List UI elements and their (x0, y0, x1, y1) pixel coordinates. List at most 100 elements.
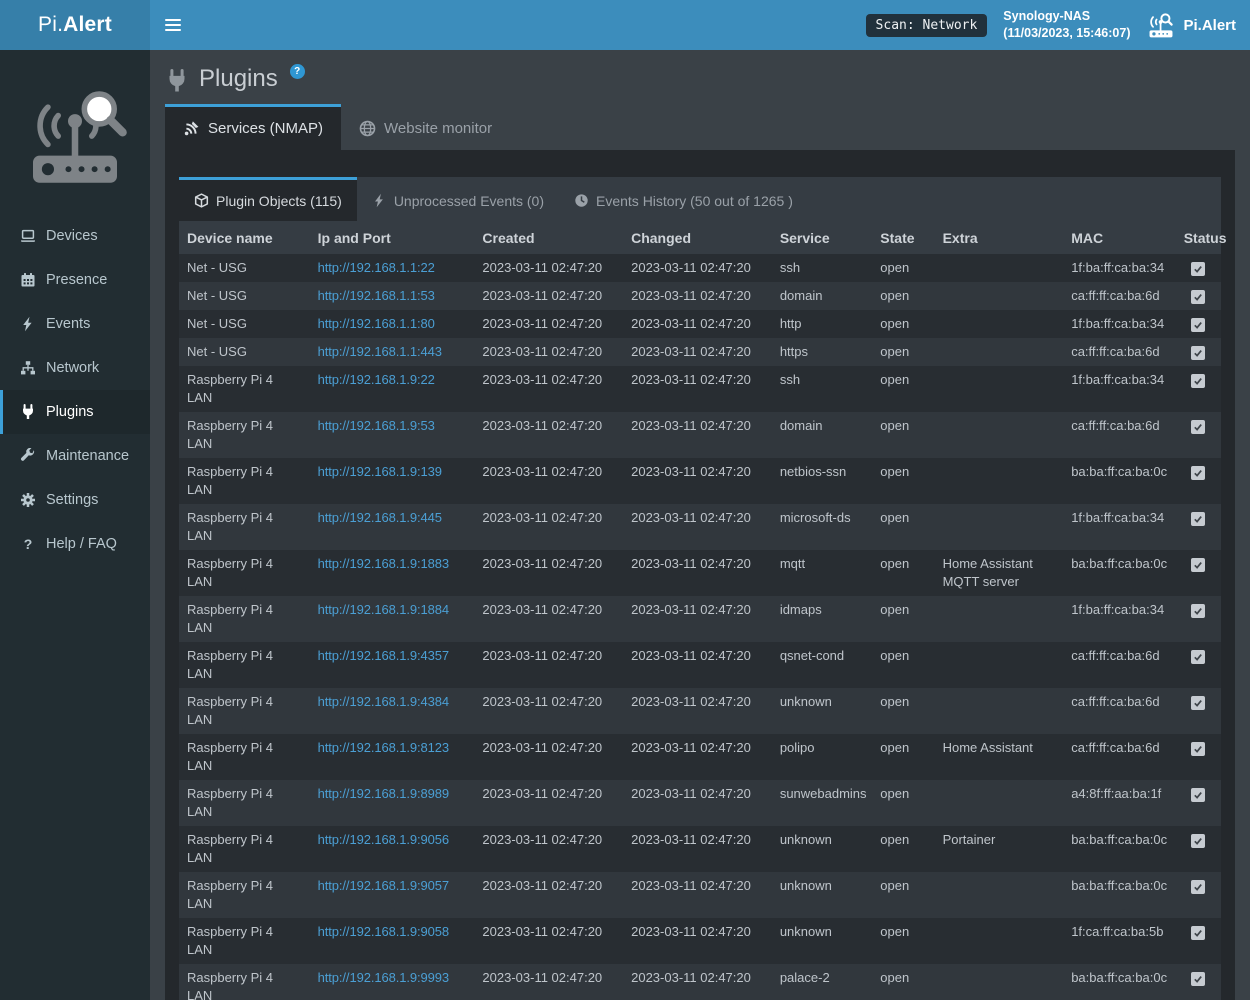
cell-extra (935, 596, 1064, 642)
cell-device-name: Raspberry Pi 4 LAN (179, 642, 310, 688)
help-badge[interactable]: ? (290, 64, 305, 79)
sidebar-toggle-button[interactable] (150, 0, 196, 50)
ip-port-link[interactable]: http://192.168.1.9:8989 (318, 786, 449, 801)
tab-services-nmap[interactable]: Services (NMAP) (165, 104, 341, 150)
sidebar-item-devices[interactable]: Devices (0, 214, 150, 258)
cell-changed: 2023-03-11 02:47:20 (623, 338, 772, 366)
status-checkbox[interactable] (1191, 374, 1205, 388)
table-row: Raspberry Pi 4 LANhttp://192.168.1.9:445… (179, 504, 1221, 550)
cell-mac: ca:ff:ff:ca:ba:6d (1063, 412, 1176, 458)
sidebar-item-network[interactable]: Network (0, 346, 150, 390)
table-row: Net - USGhttp://192.168.1.1:802023-03-11… (179, 310, 1221, 338)
ip-port-link[interactable]: http://192.168.1.1:53 (318, 288, 435, 303)
ip-port-link[interactable]: http://192.168.1.1:443 (318, 344, 442, 359)
cell-state: open (872, 412, 934, 458)
cell-mac: ba:ba:ff:ca:ba:0c (1063, 826, 1176, 872)
status-checkbox[interactable] (1191, 834, 1205, 848)
globe-icon (359, 120, 376, 137)
status-checkbox[interactable] (1191, 512, 1205, 526)
status-checkbox[interactable] (1191, 650, 1205, 664)
cell-device-name: Raspberry Pi 4 LAN (179, 458, 310, 504)
table-row: Raspberry Pi 4 LAN http://192.168.1.9:999… (179, 964, 1221, 1000)
cell-created: 2023-03-11 02:47:20 (474, 412, 623, 458)
satellite-dish-icon (183, 120, 200, 137)
ip-port-link[interactable]: http://192.168.1.9:1884 (318, 602, 449, 617)
status-checkbox[interactable] (1191, 742, 1205, 756)
check-icon (1193, 320, 1203, 330)
status-checkbox[interactable] (1191, 788, 1205, 802)
check-icon (1193, 376, 1203, 386)
cell-changed: 2023-03-11 02:47:20 (623, 688, 772, 734)
subtab-unprocessed-events-0[interactable]: Unprocessed Events (0) (357, 177, 559, 221)
ip-port-link[interactable]: http://192.168.1.9:9056 (318, 832, 449, 847)
ip-port-link[interactable]: http://192.168.1.9:445 (318, 510, 442, 525)
cell-created: 2023-03-11 02:47:20 (474, 688, 623, 734)
table-row: Raspberry Pi 4 LANhttp://192.168.1.9:188… (179, 550, 1221, 596)
check-icon (1193, 606, 1203, 616)
cell-ip-port: http://192.168.1.9:8123 (310, 734, 475, 780)
cell-service: sunwebadmins (772, 780, 872, 826)
status-checkbox[interactable] (1191, 972, 1205, 986)
cell-device-name: Raspberry Pi 4 LAN (179, 964, 310, 1000)
status-checkbox[interactable] (1191, 290, 1205, 304)
tab-label: Events History (50 out of 1265 ) (596, 193, 793, 209)
cell-mac: ca:ff:ff:ca:ba:6d (1063, 734, 1176, 780)
ip-port-link[interactable]: http://192.168.1.9:4357 (318, 648, 449, 663)
status-checkbox[interactable] (1191, 558, 1205, 572)
sidebar-item-plugins[interactable]: Plugins (0, 390, 150, 434)
sidebar-item-maintenance[interactable]: Maintenance (0, 434, 150, 478)
cell-status (1176, 310, 1221, 338)
status-checkbox[interactable] (1191, 420, 1205, 434)
check-icon (1193, 836, 1203, 846)
cell-changed: 2023-03-11 02:47:20 (623, 826, 772, 872)
cell-extra (935, 688, 1064, 734)
sidebar-item-events[interactable]: Events (0, 302, 150, 346)
status-checkbox[interactable] (1191, 346, 1205, 360)
ip-port-link[interactable]: http://192.168.1.9:4384 (318, 694, 449, 709)
check-icon (1193, 698, 1203, 708)
cell-ip-port: http://192.168.1.1:443 (310, 338, 475, 366)
cell-changed: 2023-03-11 02:47:20 (623, 872, 772, 918)
app-logo-prefix: Pi. (38, 13, 63, 37)
status-checkbox[interactable] (1191, 262, 1205, 276)
status-checkbox[interactable] (1191, 318, 1205, 332)
cell-mac: 1f:ba:ff:ca:ba:34 (1063, 366, 1176, 412)
ip-port-link[interactable]: http://192.168.1.9:8123 (318, 740, 449, 755)
router-icon (1146, 12, 1176, 39)
check-icon (1193, 928, 1203, 938)
ip-port-link[interactable]: http://192.168.1.9:139 (318, 464, 442, 479)
status-checkbox[interactable] (1191, 926, 1205, 940)
ip-port-link[interactable]: http://192.168.1.9:1883 (318, 556, 449, 571)
cell-extra (935, 338, 1064, 366)
status-checkbox[interactable] (1191, 880, 1205, 894)
ip-port-link[interactable]: http://192.168.1.1:80 (318, 316, 435, 331)
ip-port-link[interactable]: http://192.168.1.9:9057 (318, 878, 449, 893)
cell-service: polipo (772, 734, 872, 780)
sidebar-item-presence[interactable]: Presence (0, 258, 150, 302)
ip-port-link[interactable]: http://192.168.1.9:22 (318, 372, 435, 387)
cell-device-name: Raspberry Pi 4 LAN (179, 826, 310, 872)
table-row: Net - USGhttp://192.168.1.1:222023-03-11… (179, 254, 1221, 282)
cell-created: 2023-03-11 02:47:20 (474, 734, 623, 780)
sidebar-item-settings[interactable]: Settings (0, 478, 150, 522)
ip-port-link[interactable]: http://192.168.1.9:53 (318, 418, 435, 433)
navbar-brand[interactable]: Pi.Alert (1146, 12, 1236, 39)
sidebar-item-label: Settings (46, 492, 98, 508)
pialert-logo (19, 76, 131, 198)
cell-status (1176, 282, 1221, 310)
ip-port-link[interactable]: http://192.168.1.9:9058 (318, 924, 449, 939)
cell-device-name: Raspberry Pi 4 LAN (179, 412, 310, 458)
subtab-events-history-50-out-of-1265[interactable]: Events History (50 out of 1265 ) (559, 177, 808, 221)
ip-port-link[interactable]: http://192.168.1.1:22 (318, 260, 435, 275)
cell-changed: 2023-03-11 02:47:20 (623, 366, 772, 412)
app-logo[interactable]: Pi.Alert (0, 0, 150, 50)
sidebar-item-help-faq[interactable]: Help / FAQ (0, 522, 150, 566)
status-checkbox[interactable] (1191, 604, 1205, 618)
status-checkbox[interactable] (1191, 696, 1205, 710)
ip-port-link[interactable]: http://192.168.1.9:9993 (318, 970, 449, 985)
status-checkbox[interactable] (1191, 466, 1205, 480)
tab-website-monitor[interactable]: Website monitor (341, 104, 510, 150)
subtab-plugin-objects-115[interactable]: Plugin Objects (115) (179, 177, 357, 221)
cell-ip-port: http://192.168.1.9:139 (310, 458, 475, 504)
cell-state: open (872, 550, 934, 596)
